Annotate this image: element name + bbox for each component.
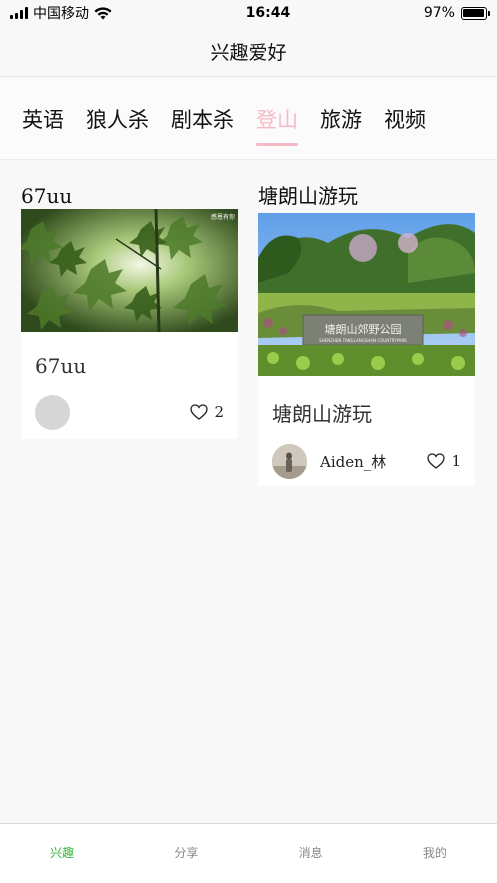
tabbar-item-messages[interactable]: 消息 <box>249 824 373 883</box>
post-title: 塘朗山游玩 <box>272 402 372 426</box>
like-count: 2 <box>214 403 224 421</box>
status-left: 中国移动 <box>10 3 112 23</box>
battery-percent: 97% <box>423 5 455 21</box>
status-right: 97% <box>423 5 490 21</box>
post-body: 塘朗山游玩 Aiden_林 1 <box>258 376 475 486</box>
tab-werewolf[interactable]: 狼人杀 <box>86 78 149 160</box>
status-bar: 中国移动 16:44 97% <box>0 0 497 26</box>
tab-label: 旅游 <box>320 107 362 132</box>
avatar-photo <box>272 443 307 479</box>
tab-english[interactable]: 英语 <box>22 78 64 160</box>
clock: 16:44 <box>245 5 291 21</box>
page-title: 兴趣爱好 <box>210 41 287 64</box>
avatar[interactable] <box>35 394 70 430</box>
signal-icon <box>10 7 28 19</box>
like-button[interactable]: 1 <box>427 452 461 470</box>
tabbar-label: 消息 <box>298 846 323 860</box>
post-feed: 67uu 感恩有你 67uu 2 塘朗山游玩 塘朗山郊野公园 SHENZHEN … <box>0 161 497 823</box>
tab-travel[interactable]: 旅游 <box>320 78 362 160</box>
battery-icon <box>460 6 490 20</box>
sign-text-en: SHENZHEN TANGLANGSHAN COUNTRYPARK <box>319 338 407 343</box>
post-image[interactable]: 感恩有你 <box>21 209 238 332</box>
tab-label: 剧本杀 <box>171 107 234 132</box>
tab-script-murder[interactable]: 剧本杀 <box>171 78 234 160</box>
tabbar-item-me[interactable]: 我的 <box>373 824 497 883</box>
post-header: 塘朗山游玩 <box>258 184 358 208</box>
nav-bar: 兴趣爱好 <box>0 26 497 77</box>
tabbar-label: 我的 <box>422 846 447 860</box>
heart-icon <box>427 453 446 469</box>
tabbar-label: 分享 <box>174 846 199 860</box>
heart-icon <box>190 404 209 420</box>
maple-leaves-image: 感恩有你 <box>21 209 238 332</box>
wifi-icon <box>94 7 112 20</box>
tabbar-item-interests[interactable]: 兴趣 <box>0 824 124 883</box>
category-tabs: 英语 狼人杀 剧本杀 登山 旅游 视频 <box>0 78 497 160</box>
image-caption: 感恩有你 <box>211 213 235 221</box>
post-card[interactable]: 塘朗山游玩 塘朗山郊野公园 SHENZHEN TANGLANGSHAN COUN… <box>258 183 475 486</box>
like-count: 1 <box>451 452 461 470</box>
post-body: 67uu 2 <box>21 332 238 439</box>
tab-hiking[interactable]: 登山 <box>256 78 298 160</box>
post-meta: Aiden_林 1 <box>272 443 461 479</box>
post-header: 67uu <box>21 184 73 208</box>
tab-label: 英语 <box>22 107 64 132</box>
tab-label: 视频 <box>384 107 426 132</box>
like-button[interactable]: 2 <box>190 403 224 421</box>
carrier-label: 中国移动 <box>33 6 89 22</box>
post-card[interactable]: 67uu 感恩有你 67uu 2 <box>21 183 238 439</box>
tabbar-item-share[interactable]: 分享 <box>124 824 248 883</box>
park-sign-image: 塘朗山郊野公园 SHENZHEN TANGLANGSHAN COUNTRYPAR… <box>258 213 475 376</box>
tabbar-label: 兴趣 <box>50 846 75 860</box>
post-title: 67uu <box>35 354 87 378</box>
tab-video[interactable]: 视频 <box>384 78 426 160</box>
tab-label: 登山 <box>256 107 298 132</box>
post-image[interactable]: 塘朗山郊野公园 SHENZHEN TANGLANGSHAN COUNTRYPAR… <box>258 213 475 376</box>
avatar[interactable] <box>272 443 307 479</box>
tab-label: 狼人杀 <box>86 107 149 132</box>
author-name[interactable]: Aiden_林 <box>320 451 427 472</box>
sign-text: 塘朗山郊野公园 <box>325 322 402 336</box>
bottom-tab-bar: 兴趣 分享 消息 我的 <box>0 823 497 883</box>
post-meta: 2 <box>35 394 224 430</box>
